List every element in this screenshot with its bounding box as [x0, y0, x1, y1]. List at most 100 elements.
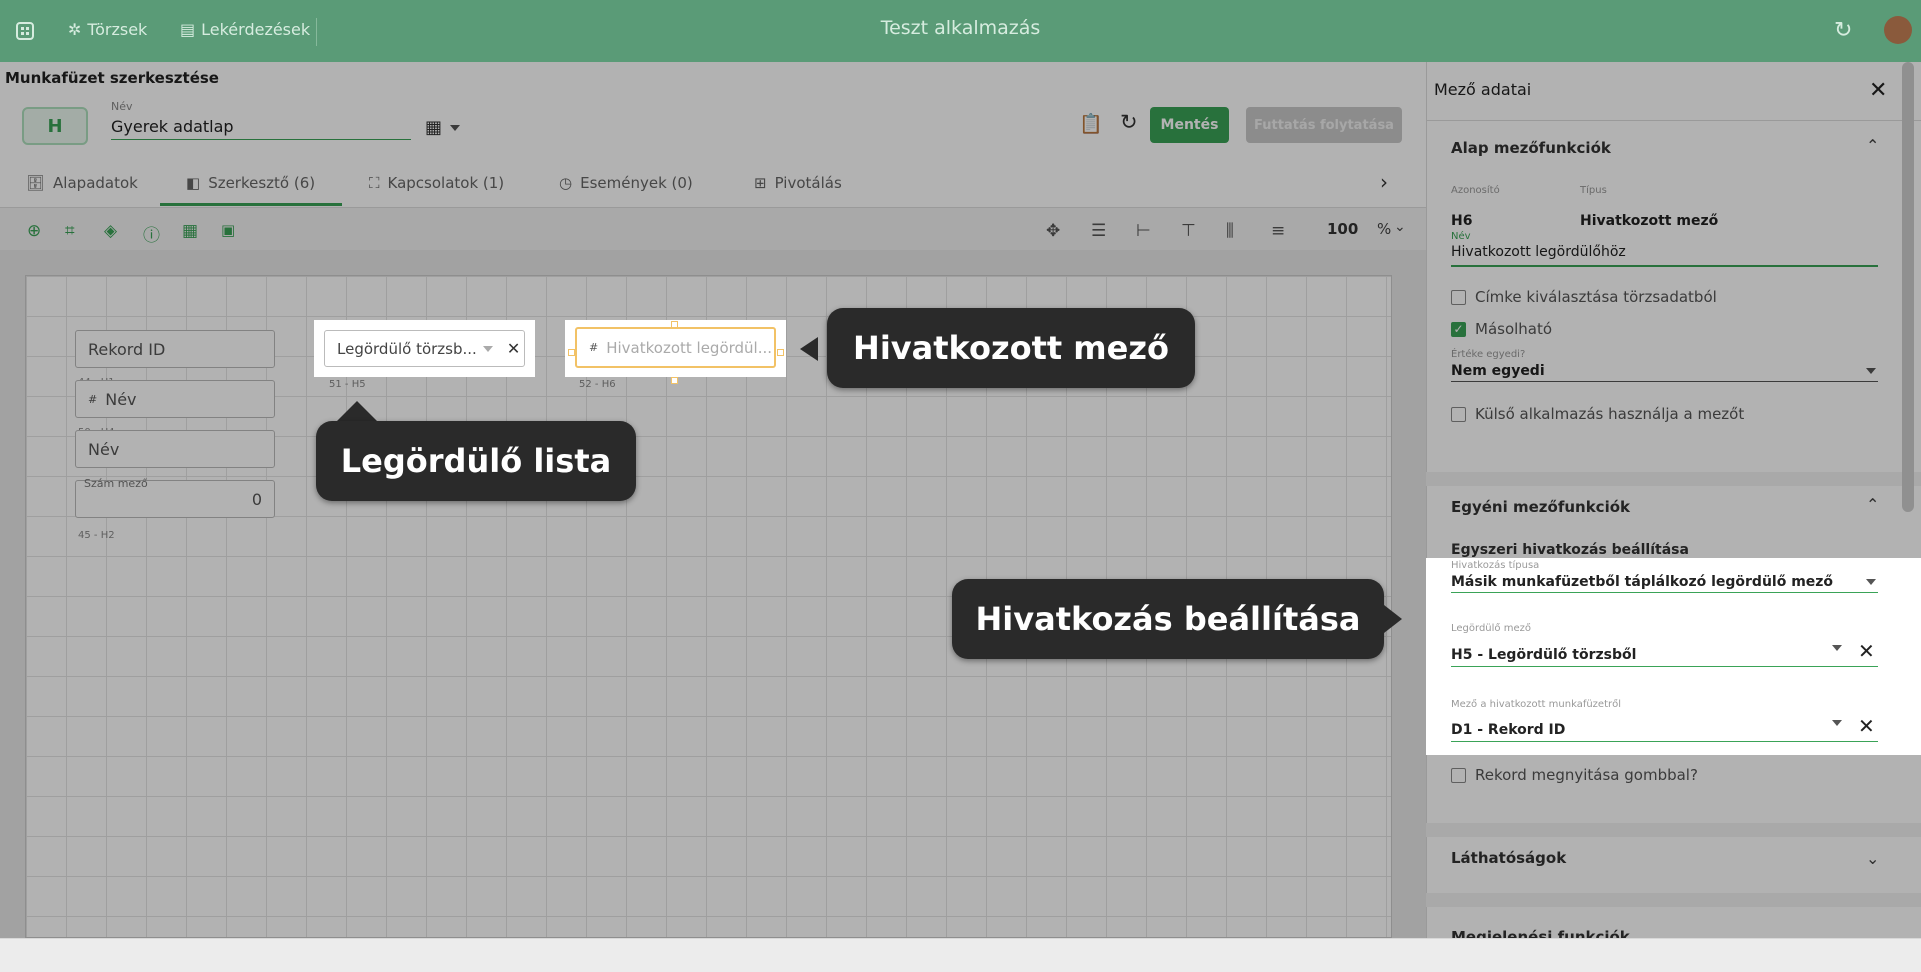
copyable-checkbox[interactable]: ✓ [1451, 322, 1466, 337]
field-tag: 45 - H2 [78, 530, 115, 541]
tab-pivotalas[interactable]: ⊞ Pivotálás [754, 174, 842, 192]
database-icon: 🗄 [26, 174, 46, 192]
align-top-icon[interactable]: ⊤ [1181, 221, 1199, 241]
target-field-label: Mező a hivatkozott munkafüzetről [1451, 699, 1622, 710]
page-title: Munkafüzet szerkesztése [5, 69, 219, 87]
section-gap [1426, 823, 1921, 837]
clear-icon[interactable]: ✕ [1858, 714, 1875, 738]
tab-esemenyek[interactable]: ◷ Események (0) [559, 174, 693, 192]
unique-select[interactable]: Nem egyedi [1451, 363, 1545, 379]
connections-icon: ⛶ [369, 174, 380, 192]
chevron-down-icon[interactable]: ⌄ [1866, 849, 1879, 868]
editor-icon: ◧ [186, 174, 201, 192]
type-label: Típus [1580, 185, 1607, 196]
app-title: Teszt alkalmazás [880, 17, 1041, 39]
chevron-down-icon[interactable] [1832, 645, 1842, 651]
name-field[interactable]: Hivatkozott legördülőhöz [1451, 244, 1626, 260]
tab-label: Pivotálás [774, 174, 842, 192]
callout-pointer [1384, 605, 1402, 633]
section-gap [1426, 893, 1921, 907]
field-value: Név [88, 439, 120, 459]
move-icon[interactable]: ✥ [1046, 221, 1064, 241]
align-middle-icon[interactable]: ≡ [1271, 221, 1289, 241]
continue-run-button[interactable]: Futtatás folytatása [1246, 107, 1402, 143]
table-icon[interactable]: ▦ [182, 221, 200, 241]
chevron-right-icon[interactable]: › [1380, 170, 1388, 194]
field-rekord-id[interactable]: Rekord ID [75, 330, 275, 368]
type-value: Hivatkozott mező [1580, 213, 1719, 229]
field-label: Szám mező [84, 477, 148, 490]
name-underline [1451, 265, 1878, 267]
chevron-up-icon[interactable]: ⌃ [1866, 136, 1879, 155]
chevron-down-icon[interactable] [1866, 368, 1876, 374]
chevron-down-icon[interactable] [1866, 579, 1876, 585]
chevron-down-icon [450, 124, 461, 131]
workbook-badge[interactable]: H [22, 107, 88, 145]
distribute-vertical-icon[interactable]: ☰ [1091, 221, 1109, 241]
field-nev-h1[interactable]: # Név [75, 380, 275, 418]
section-visibility-heading[interactable]: Láthatóságok [1451, 849, 1566, 867]
id-icon[interactable]: ▣ [221, 221, 239, 239]
dropdown-field-label: Legördülő mező [1451, 623, 1531, 634]
add-field-icon[interactable]: ⊕ [27, 221, 45, 241]
zoom-unit: % [1377, 220, 1392, 238]
section-basic-heading[interactable]: Alap mezőfunkciók [1451, 139, 1611, 157]
tab-label: Szerkesztő (6) [208, 174, 316, 192]
align-left-icon[interactable]: ⊢ [1136, 221, 1154, 241]
alert-icon[interactable]: ⓘ [143, 221, 161, 246]
field-tag: 52 - H6 [579, 379, 616, 390]
hash-icon: # [88, 392, 98, 406]
tag-icon[interactable]: ◈ [104, 221, 122, 241]
field-dropdown-h5[interactable]: Legördülő törzsb... ✕ [324, 330, 525, 367]
resize-handle[interactable] [671, 321, 678, 328]
target-field-select[interactable]: D1 - Rekord ID [1451, 722, 1565, 738]
avatar[interactable] [1884, 16, 1912, 44]
field-linked-h6[interactable]: # Hivatkozott legördül... [575, 327, 776, 368]
resize-handle[interactable] [568, 349, 575, 356]
section-custom-heading[interactable]: Egyéni mezőfunkciók [1451, 498, 1630, 516]
chevron-down-icon[interactable]: ⌄ [1394, 219, 1406, 235]
checkbox-label: Másolható [1475, 320, 1553, 338]
field-nev-h4[interactable]: Név [75, 430, 275, 468]
id-value: H6 [1451, 213, 1473, 229]
close-icon[interactable]: ✕ [1869, 78, 1887, 103]
label-from-master-checkbox[interactable] [1451, 290, 1466, 305]
select-underline [1451, 592, 1878, 593]
ref-type-select[interactable]: Másik munkafüzetből táplálkozó legördülő… [1451, 574, 1833, 590]
tab-szerkeszto[interactable]: ◧ Szerkesztő (6) [186, 174, 315, 192]
distribute-horizontal-icon[interactable]: ⫼ [1226, 221, 1244, 241]
field-value: 0 [251, 489, 262, 509]
hash-icon: # [589, 341, 599, 354]
save-button[interactable]: Mentés [1150, 107, 1229, 143]
external-app-checkbox[interactable] [1451, 407, 1466, 422]
name-label: Név [111, 100, 133, 113]
chevron-down-icon[interactable] [1832, 720, 1842, 726]
dropdown-field-select[interactable]: H5 - Legördülő törzsből [1451, 647, 1636, 663]
id-label: Azonosító [1451, 185, 1500, 196]
layout-menu-button[interactable]: ▦ [425, 117, 461, 138]
name-input[interactable]: Gyerek adatlap [111, 114, 411, 140]
refresh-icon[interactable]: ↻ [1120, 110, 1138, 134]
tab-alapadatok[interactable]: 🗄 Alapadatok [26, 174, 138, 192]
divider [1426, 120, 1921, 121]
checkbox-label: Címke kiválasztása törzsadatból [1475, 288, 1717, 306]
tab-kapcsolatok[interactable]: ⛶ Kapcsolatok (1) [369, 174, 504, 192]
field-placeholder: Hivatkozott legördül... [606, 338, 773, 357]
zoom-level[interactable]: 100 [1327, 220, 1358, 238]
ref-type-label: Hivatkozás típusa [1451, 560, 1540, 571]
clipboard-icon[interactable]: 📋 [1079, 112, 1103, 135]
open-with-button-checkbox[interactable] [1451, 768, 1466, 783]
frame-icon[interactable]: ⌗ [65, 221, 83, 241]
refresh-icon[interactable]: ↻ [1834, 18, 1852, 43]
resize-handle[interactable] [671, 377, 678, 384]
field-placeholder: Rekord ID [88, 339, 166, 359]
resize-handle[interactable] [777, 349, 784, 356]
callout-dropdown-list: Legördülő lista [316, 421, 636, 501]
status-bar [0, 938, 1921, 972]
clear-icon[interactable]: ✕ [1858, 639, 1875, 663]
panel-scrollbar[interactable] [1902, 62, 1914, 512]
section-gap [1426, 472, 1921, 486]
callout-pointer [800, 337, 818, 361]
clear-icon[interactable]: ✕ [507, 339, 520, 358]
chevron-up-icon[interactable]: ⌃ [1866, 495, 1879, 514]
